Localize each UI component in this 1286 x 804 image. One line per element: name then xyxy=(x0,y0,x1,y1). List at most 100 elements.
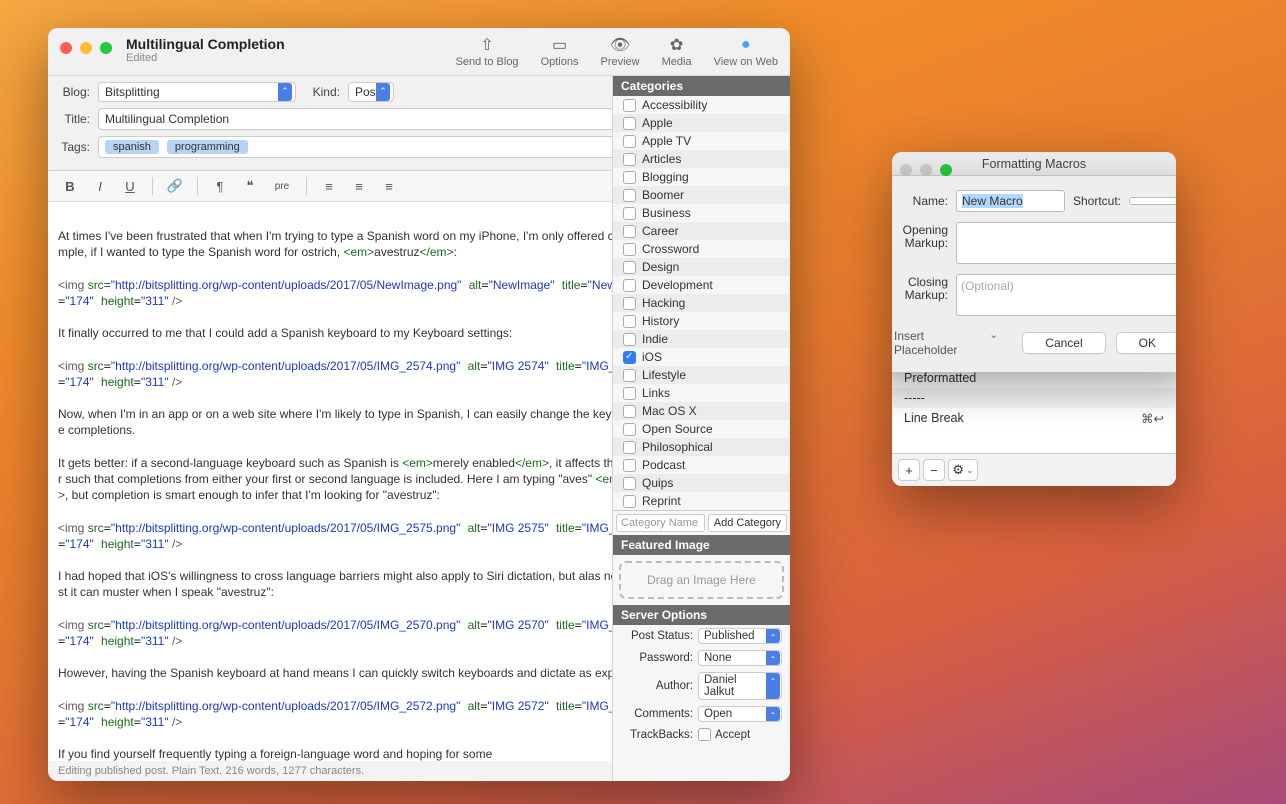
quote-button[interactable]: ❝ xyxy=(238,176,262,196)
tag-programming[interactable]: programming xyxy=(167,140,248,154)
paragraph-button[interactable]: ¶ xyxy=(208,176,232,196)
category-item[interactable]: Hacking xyxy=(613,294,790,312)
send-to-blog-button[interactable]: ⇧Send to Blog xyxy=(456,36,519,68)
category-checkbox[interactable] xyxy=(623,423,636,436)
macros-window: Formatting Macros Block QuotePreformatte… xyxy=(892,152,1176,486)
category-item[interactable]: iOS xyxy=(613,348,790,366)
category-item[interactable]: Blogging xyxy=(613,168,790,186)
category-item[interactable]: History xyxy=(613,312,790,330)
category-checkbox[interactable] xyxy=(623,225,636,238)
cancel-button[interactable]: Cancel xyxy=(1022,332,1105,354)
shortcut-input[interactable] xyxy=(1129,197,1176,205)
category-item[interactable]: Apple TV xyxy=(613,132,790,150)
category-item[interactable]: Quips xyxy=(613,474,790,492)
category-checkbox[interactable] xyxy=(623,243,636,256)
author-select[interactable]: Daniel Jalkut xyxy=(698,672,782,700)
zoom-icon[interactable] xyxy=(940,164,952,176)
tag-spanish[interactable]: spanish xyxy=(105,140,159,154)
category-checkbox[interactable] xyxy=(623,189,636,202)
pre-button[interactable]: pre xyxy=(268,176,296,196)
category-item[interactable]: Apple xyxy=(613,114,790,132)
category-checkbox[interactable] xyxy=(623,495,636,508)
category-checkbox[interactable] xyxy=(623,351,636,364)
category-checkbox[interactable] xyxy=(623,405,636,418)
category-checkbox[interactable] xyxy=(623,315,636,328)
category-item[interactable]: Philosophical xyxy=(613,438,790,456)
category-item[interactable]: Boomer xyxy=(613,186,790,204)
remove-macro-button[interactable]: − xyxy=(923,459,945,481)
minimize-icon[interactable] xyxy=(920,164,932,176)
underline-button[interactable]: U xyxy=(118,176,142,196)
category-item[interactable]: Accessibility xyxy=(613,96,790,114)
blog-select[interactable]: Bitsplitting xyxy=(98,82,296,102)
category-checkbox[interactable] xyxy=(623,135,636,148)
category-item[interactable]: Open Source xyxy=(613,420,790,438)
category-checkbox[interactable] xyxy=(623,153,636,166)
macro-shortcut: ⌘↩ xyxy=(1141,411,1164,426)
minimize-icon[interactable] xyxy=(80,42,92,54)
kind-select[interactable]: Post xyxy=(348,82,394,102)
italic-button[interactable]: I xyxy=(88,176,112,196)
link-button[interactable]: 🔗 xyxy=(163,176,187,196)
editor-window: Multilingual Completion Edited ⇧Send to … xyxy=(48,28,790,781)
category-item[interactable]: Lifestyle xyxy=(613,366,790,384)
add-category-button[interactable]: Add Category xyxy=(708,514,787,532)
ok-button[interactable]: OK xyxy=(1116,332,1176,354)
featured-image-drop[interactable]: Drag an Image Here xyxy=(619,561,784,599)
category-checkbox[interactable] xyxy=(623,117,636,130)
category-item[interactable]: Career xyxy=(613,222,790,240)
post-status-select[interactable]: Published xyxy=(698,628,782,644)
category-label: Articles xyxy=(642,152,681,166)
trackbacks-value: Accept xyxy=(715,729,750,741)
category-checkbox[interactable] xyxy=(623,297,636,310)
category-item[interactable]: Podcast xyxy=(613,456,790,474)
align-left-button[interactable]: ≡ xyxy=(317,176,341,196)
category-checkbox[interactable] xyxy=(623,261,636,274)
preview-button[interactable]: 👁Preview xyxy=(600,36,639,68)
comments-select[interactable]: Open xyxy=(698,706,782,722)
category-checkbox[interactable] xyxy=(623,99,636,112)
category-checkbox[interactable] xyxy=(623,369,636,382)
name-input[interactable]: New Macro xyxy=(956,190,1065,212)
options-button[interactable]: ▭Options xyxy=(541,36,579,68)
trackbacks-checkbox[interactable] xyxy=(698,728,711,741)
view-on-web-button[interactable]: ●View on Web xyxy=(714,36,778,68)
category-label: Apple xyxy=(642,116,673,130)
add-macro-button[interactable]: + xyxy=(898,459,920,481)
author-label: Author: xyxy=(621,680,693,692)
categories-list[interactable]: Accessibility Apple Apple TV Articles Bloggi… xyxy=(613,96,790,510)
category-item[interactable]: Articles xyxy=(613,150,790,168)
category-checkbox[interactable] xyxy=(623,477,636,490)
category-checkbox[interactable] xyxy=(623,333,636,346)
category-item[interactable]: Indie xyxy=(613,330,790,348)
category-checkbox[interactable] xyxy=(623,459,636,472)
align-right-button[interactable]: ≡ xyxy=(377,176,401,196)
category-label: Reprint xyxy=(642,494,681,508)
macro-row[interactable]: ----- xyxy=(892,388,1176,408)
category-item[interactable]: Crossword xyxy=(613,240,790,258)
close-icon[interactable] xyxy=(900,164,912,176)
close-icon[interactable] xyxy=(60,42,72,54)
category-item[interactable]: Design xyxy=(613,258,790,276)
category-checkbox[interactable] xyxy=(623,279,636,292)
category-checkbox[interactable] xyxy=(623,171,636,184)
category-checkbox[interactable] xyxy=(623,387,636,400)
category-item[interactable]: Development xyxy=(613,276,790,294)
zoom-icon[interactable] xyxy=(100,42,112,54)
password-select[interactable]: None xyxy=(698,650,782,666)
media-button[interactable]: ✿Media xyxy=(662,36,692,68)
category-checkbox[interactable] xyxy=(623,207,636,220)
align-center-button[interactable]: ≡ xyxy=(347,176,371,196)
category-item[interactable]: Business xyxy=(613,204,790,222)
category-name-input[interactable]: Category Name xyxy=(616,514,705,532)
insert-placeholder-select[interactable]: Insert Placeholder xyxy=(892,326,1002,360)
category-checkbox[interactable] xyxy=(623,441,636,454)
bold-button[interactable]: B xyxy=(58,176,82,196)
macro-row[interactable]: Line Break⌘↩ xyxy=(892,408,1176,429)
category-item[interactable]: Links xyxy=(613,384,790,402)
macro-gear-button[interactable]: ⚙ xyxy=(948,459,978,481)
category-item[interactable]: Mac OS X xyxy=(613,402,790,420)
category-item[interactable]: Reprint xyxy=(613,492,790,510)
opening-markup-input[interactable] xyxy=(956,222,1176,264)
closing-markup-input[interactable]: (Optional) xyxy=(956,274,1176,316)
